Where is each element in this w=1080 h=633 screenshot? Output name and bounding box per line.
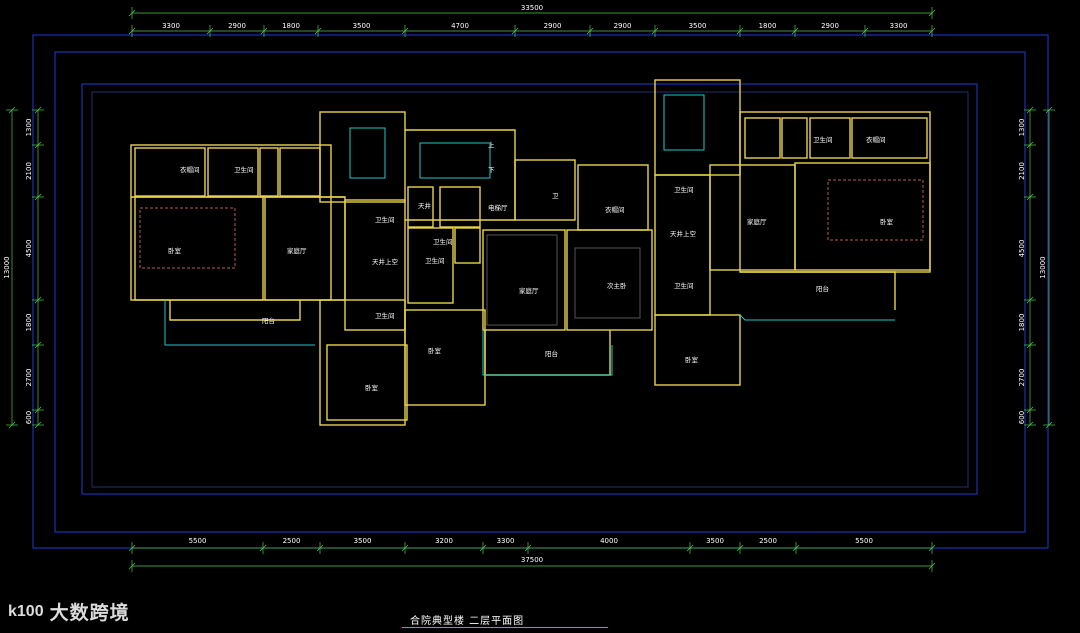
dimension-segment-top: 4700 — [451, 22, 469, 30]
room-label: 阳台 — [816, 284, 829, 293]
dimension-segment-top: 2900 — [614, 22, 632, 30]
room-label: 卧室 — [880, 217, 894, 226]
dimension-segment-bottom: 3300 — [497, 537, 515, 545]
room-label: 衣帽间 — [866, 135, 886, 144]
watermark-text: 大数跨境 — [49, 602, 130, 624]
stair-label: 上 — [488, 140, 495, 149]
drawing-title: 合院典型楼 二层平面图 — [410, 616, 525, 627]
dimension-segment-top: 2900 — [821, 22, 839, 30]
room-label: 阳台 — [545, 349, 558, 358]
room-hatches — [139, 179, 924, 326]
dimension-total-bottom: 37500 — [521, 556, 543, 564]
room-label: 次主卧 — [607, 281, 627, 290]
room-label: 家庭厅 — [519, 286, 539, 295]
room-label: 卫生间 — [674, 281, 694, 290]
dimension-total-right: 13000 — [1039, 256, 1047, 278]
room-label: 电梯厅 — [488, 203, 508, 212]
dimension-segment-right: 1300 — [1018, 119, 1026, 137]
room-label: 天井上空 — [372, 257, 399, 266]
dimension-segment-bottom: 2500 — [283, 537, 301, 545]
watermark-mark: k100 — [8, 602, 44, 620]
room-label: 家庭厅 — [287, 246, 307, 255]
room-label: 家庭厅 — [747, 217, 767, 226]
room-label: 卫生间 — [433, 237, 453, 246]
dimension-segment-bottom: 3200 — [435, 537, 453, 545]
dimension-segment-bottom: 4000 — [600, 537, 618, 545]
room-label: 衣帽间 — [180, 165, 200, 174]
room-labels: 衣帽间 卫生间 卧室 家庭厅 天井上空 卫生间 卫生间 阳台 卧室 卧室 卫生间… — [168, 135, 894, 392]
dimension-labels: 33500 3300 2900 1800 3500 4700 2900 2900 3500 180… — [3, 4, 1047, 564]
dimension-segment-left: 2100 — [25, 162, 33, 180]
dimension-segment-bottom: 3500 — [706, 537, 724, 545]
walls — [130, 79, 931, 426]
dimension-segment-right: 1800 — [1018, 314, 1026, 332]
dimension-segment-bottom: 5500 — [189, 537, 207, 545]
dimension-segment-right: 2100 — [1018, 162, 1026, 180]
dimension-segment-top: 2900 — [544, 22, 562, 30]
room-label: 卧室 — [685, 355, 699, 364]
room-label: 天井上空 — [670, 229, 697, 238]
room-label: 衣帽间 — [605, 205, 625, 214]
room-label: 卫生间 — [674, 185, 694, 194]
dimension-segment-left: 2700 — [25, 369, 33, 387]
dimension-segment-bottom: 5500 — [855, 537, 873, 545]
dimension-segment-top: 1800 — [282, 22, 300, 30]
room-label: 阳台 — [262, 316, 275, 325]
dimension-segment-right: 2700 — [1018, 369, 1026, 387]
room-label: 卫 — [552, 192, 559, 200]
room-label: 卫生间 — [375, 215, 395, 224]
room-label: 卫生间 — [813, 135, 833, 144]
watermark-logo: k100 大数跨境 — [8, 598, 130, 625]
room-label: 卫生间 — [234, 165, 254, 174]
dimension-segment-left: 4500 — [25, 240, 33, 258]
dimension-segment-top: 2900 — [228, 22, 246, 30]
dimension-segment-top: 3500 — [353, 22, 371, 30]
dimension-segment-left: 600 — [25, 411, 33, 424]
dimension-segment-right: 4500 — [1018, 240, 1026, 258]
dimension-total-left: 13000 — [3, 256, 11, 278]
dimension-segment-top: 3300 — [162, 22, 180, 30]
room-label: 卫生间 — [375, 311, 395, 320]
dimension-segment-left: 1800 — [25, 314, 33, 332]
floor-plan-drawing: 33500 3300 2900 1800 3500 4700 2900 2900 3500 180… — [3, 4, 1055, 572]
title-underline — [402, 627, 608, 628]
dimension-segment-bottom: 2500 — [759, 537, 777, 545]
dimension-total-top: 33500 — [521, 4, 543, 12]
dimension-segment-left: 1300 — [25, 119, 33, 137]
dimension-segment-top: 1800 — [759, 22, 777, 30]
room-label: 卧室 — [428, 346, 442, 355]
dimension-segment-bottom: 3500 — [354, 537, 372, 545]
dimension-segment-top: 3500 — [689, 22, 707, 30]
room-label: 天井 — [418, 201, 432, 210]
room-label: 卧室 — [168, 246, 182, 255]
room-label: 卧室 — [365, 383, 379, 392]
dimension-segment-right: 600 — [1018, 411, 1026, 424]
dimension-segment-top: 3300 — [890, 22, 908, 30]
room-label: 卫生间 — [425, 256, 445, 265]
stair-label: 下 — [488, 166, 495, 174]
